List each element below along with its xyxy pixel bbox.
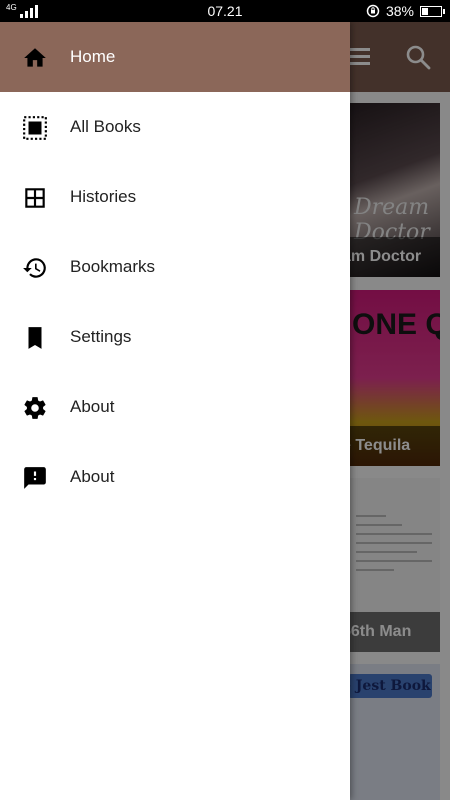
rotation-lock-icon	[366, 4, 380, 18]
home-icon	[24, 48, 46, 67]
battery-percent: 38%	[385, 3, 414, 19]
nav-item-label: Home	[70, 47, 116, 66]
status-bar: 4G 07.21 38%	[0, 0, 450, 22]
nav-item-all-books[interactable]: All Books	[0, 92, 350, 162]
battery-icon	[420, 5, 445, 17]
nav-item-label: About	[70, 397, 115, 416]
nav-item-label: Bookmarks	[70, 257, 156, 276]
bookmark-icon	[28, 327, 42, 349]
nav-item-home[interactable]: Home	[0, 22, 350, 92]
nav-item-about-feedback[interactable]: About	[0, 442, 350, 512]
nav-item-settings[interactable]: Settings	[0, 302, 350, 372]
nav-item-label: Histories	[70, 187, 137, 206]
navigation-drawer: Home All Books Histories Bookmarks Setti…	[0, 22, 350, 800]
nav-item-label: All Books	[70, 117, 141, 136]
nav-item-label: Settings	[70, 327, 132, 346]
all-books-icon	[23, 116, 47, 140]
nav-item-histories[interactable]: Histories	[0, 162, 350, 232]
grid-icon	[25, 188, 45, 208]
nav-item-bookmarks[interactable]: Bookmarks	[0, 232, 350, 302]
feedback-icon	[24, 467, 46, 489]
nav-item-about[interactable]: About	[0, 372, 350, 442]
gear-icon	[24, 397, 46, 419]
history-icon	[23, 258, 46, 278]
nav-item-label: About	[70, 467, 115, 486]
